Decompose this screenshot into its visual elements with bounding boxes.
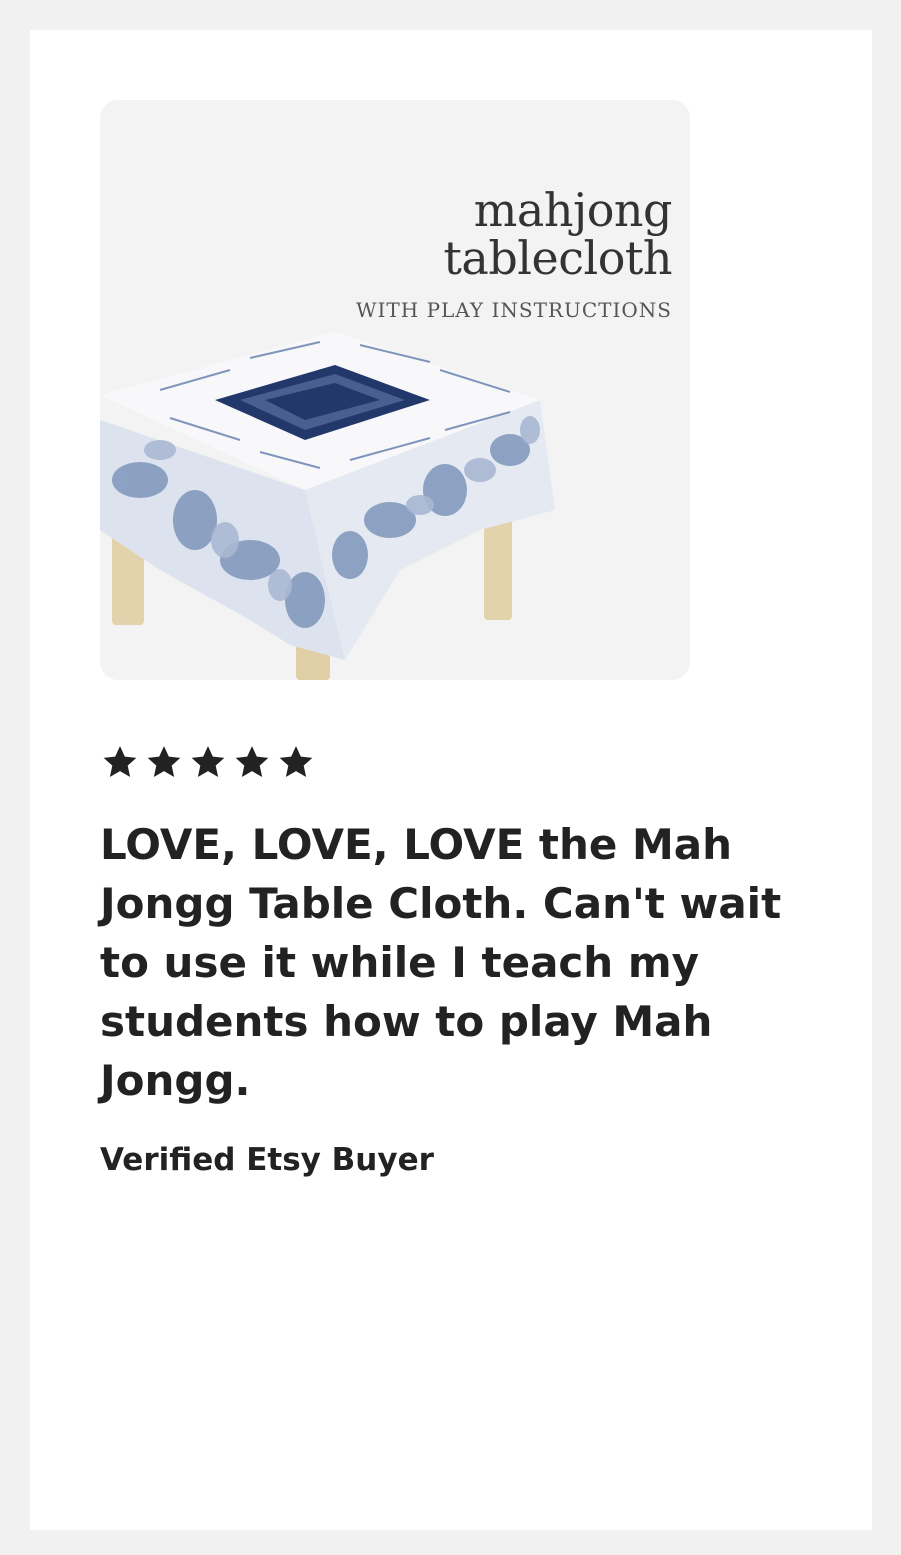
product-image-title-line-1: mahjong (473, 183, 673, 237)
star-icon (232, 742, 272, 782)
review-text: LOVE, LOVE, LOVE the Mah Jongg Table Clo… (100, 820, 782, 1105)
star-icon (188, 742, 228, 782)
star-icon (276, 742, 316, 782)
product-image-title-line-2: tablecloth (443, 231, 672, 285)
star-rating (100, 742, 316, 782)
review-card: mahjong tablecloth WITH PLAY INSTRUCTION… (30, 30, 872, 1530)
product-image[interactable]: mahjong tablecloth WITH PLAY INSTRUCTION… (100, 100, 690, 680)
reviewer-name: Verified Etsy Buyer (100, 1142, 434, 1178)
star-icon (144, 742, 184, 782)
product-image-subtitle: WITH PLAY INSTRUCTIONS (355, 298, 672, 322)
star-icon (100, 742, 140, 782)
product-image-title: mahjong tablecloth (443, 186, 672, 282)
